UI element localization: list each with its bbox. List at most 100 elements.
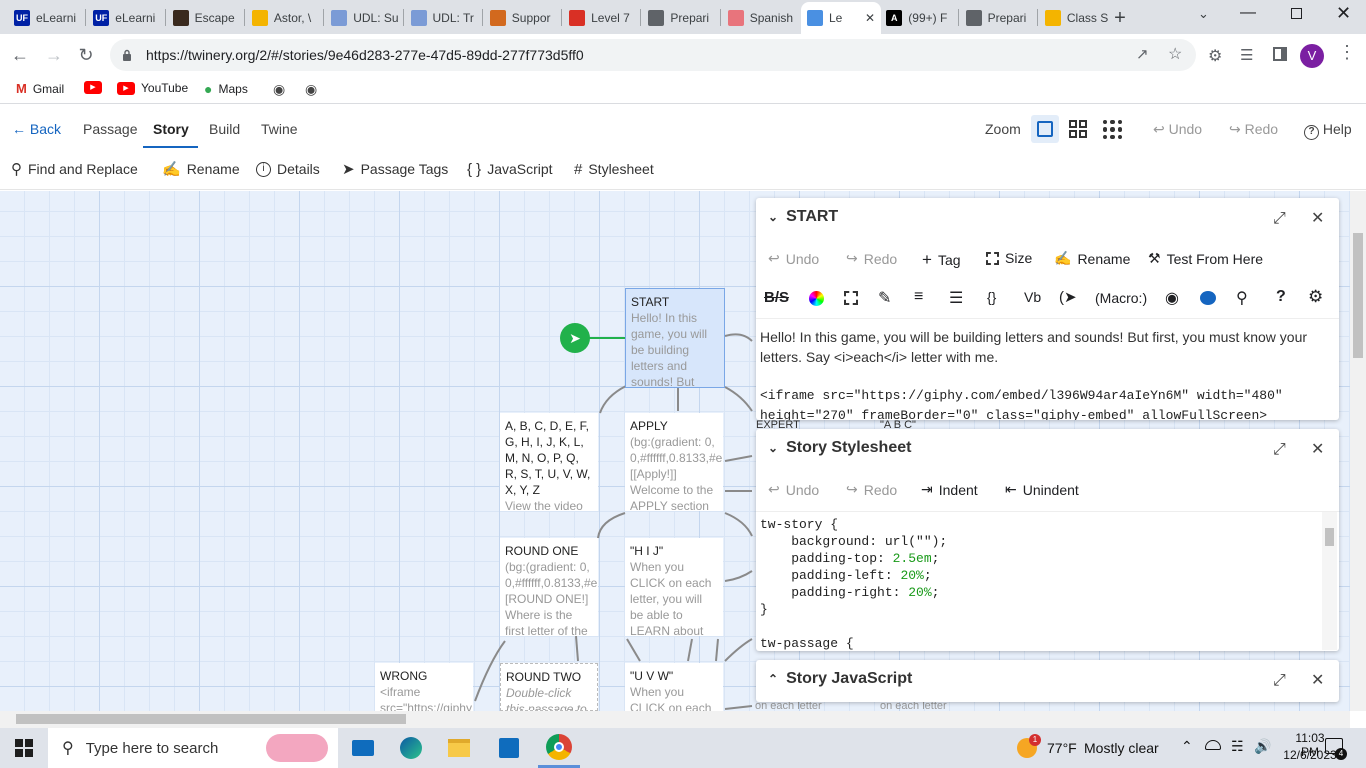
forward-arrow-icon[interactable]: → (42, 43, 66, 67)
stylesheet-button[interactable]: # Stylesheet (574, 161, 654, 177)
weather-text[interactable]: Mostly clear (1084, 740, 1159, 756)
passage-dialog-header[interactable]: ⌄ START (768, 208, 838, 226)
help-icon[interactable]: ? (1276, 288, 1286, 306)
reload-icon[interactable]: ↻ (74, 43, 98, 67)
bookmark-star-icon[interactable]: ☆ (1168, 44, 1182, 64)
browser-tab[interactable]: UF eLearni (8, 4, 84, 31)
vertical-scrollbar[interactable] (1350, 191, 1366, 711)
stylesheet-undo-button[interactable]: ↩ Undo (768, 481, 819, 498)
browser-tab[interactable]: Suppor (484, 4, 560, 31)
zoom-100-button[interactable] (1031, 115, 1059, 143)
find-replace-button[interactable]: ⚲ Find and Replace (11, 161, 138, 177)
cloud-icon[interactable] (1205, 740, 1221, 750)
passage-card-alphabet[interactable]: A, B, C, D, E, F, G, H, I, J, K, L, M, N… (500, 413, 598, 511)
temperature[interactable]: 77°F (1047, 740, 1077, 756)
passage-undo-button[interactable]: ↩ Undo (768, 250, 819, 267)
variable-icon[interactable]: Vb (1024, 289, 1041, 305)
gear-icon[interactable]: ⚙ (1308, 287, 1323, 307)
color-wheel-icon[interactable] (809, 291, 824, 306)
passage-card-uvw[interactable]: "U V W"When you CLICK on each letter (625, 663, 723, 711)
bookmark-globe-2[interactable]: ◉ (305, 81, 317, 98)
maximize-icon[interactable]: ⤢ (1273, 441, 1286, 459)
browser-tab[interactable]: A (99+) F (880, 4, 956, 31)
mail-icon[interactable] (351, 736, 375, 760)
menu-icon[interactable]: ⋮ (1338, 42, 1356, 63)
browser-tab[interactable]: Prepari (642, 4, 718, 31)
text-style-icon[interactable]: ✎ (878, 288, 891, 308)
bold-strike-icon[interactable]: B/S (764, 289, 789, 306)
volume-icon[interactable]: 🔊 (1254, 738, 1271, 755)
tab-twine[interactable]: Twine (261, 121, 298, 137)
passage-card-start[interactable]: START Hello! In this game, you will be bu… (625, 288, 725, 388)
details-button[interactable]: i Details (256, 161, 320, 177)
back-button[interactable]: ← Back (12, 121, 61, 137)
size-button[interactable]: Size (986, 250, 1032, 266)
browser-tab[interactable]: UDL: Tr (405, 4, 481, 31)
maximize-icon[interactable]: ⤢ (1273, 672, 1286, 690)
passage-tags-button[interactable]: ➤ Passage Tags (342, 161, 448, 177)
passage-card-round-one[interactable]: ROUND ONE (bg:(gradient: 0, 0,#ffffff,0.8… (500, 538, 598, 636)
passage-rename-button[interactable]: ✍ Rename (1054, 250, 1130, 267)
media-icon[interactable]: ☰ (1240, 46, 1253, 64)
macro-button[interactable]: (Macro:) (1095, 290, 1147, 306)
eye-icon[interactable]: ◉ (1165, 288, 1179, 308)
share-icon[interactable]: ↗ (1136, 45, 1149, 63)
browser-tab[interactable]: Escape (167, 4, 243, 31)
undo-button[interactable]: ↩ Undo (1153, 121, 1202, 138)
tab-passage[interactable]: Passage (83, 121, 137, 137)
zoom-30-button[interactable] (1103, 120, 1122, 139)
indent-button[interactable]: ⇥ Indent (921, 481, 978, 498)
close-window-button[interactable]: ✕ (1336, 3, 1351, 24)
rename-button[interactable]: ✍ Rename (162, 161, 240, 177)
edge-icon[interactable] (399, 736, 423, 760)
bookmark-gmail[interactable]: M Gmail (16, 81, 64, 96)
passage-text-editor[interactable]: Hello! In this game, you will be buildin… (756, 318, 1339, 420)
bookmark-maps[interactable]: ● Maps (204, 81, 248, 97)
maximize-icon[interactable]: ⤢ (1273, 210, 1286, 228)
browser-tab[interactable]: Astor, \ (246, 4, 322, 31)
chevron-up-icon[interactable]: ⌃ (1181, 738, 1193, 755)
side-panel-icon[interactable] (1273, 47, 1287, 61)
tag-button[interactable]: + Tag (922, 250, 961, 270)
help-button[interactable]: ? Help (1304, 121, 1352, 140)
close-icon[interactable]: ✕ (1311, 439, 1324, 459)
stylesheet-dialog-header[interactable]: ⌄ Story Stylesheet (768, 439, 911, 457)
extensions-icon[interactable]: ⚙ (1208, 46, 1222, 66)
zoom-60-button[interactable] (1069, 120, 1087, 138)
passage-card-round-two[interactable]: ROUND TWODouble-click this passage to ed… (500, 663, 598, 711)
editor-scrollbar[interactable] (1322, 512, 1337, 650)
tab-story[interactable]: Story (153, 121, 189, 137)
javascript-button[interactable]: { } JavaScript (467, 161, 553, 177)
speech-bubble-icon[interactable] (1200, 291, 1216, 305)
browser-tab[interactable]: Level 7 (563, 4, 639, 31)
browser-tab[interactable]: Spanish (722, 4, 798, 31)
taskbar-search-box[interactable]: ⚲ Type here to search (48, 728, 338, 768)
unindent-button[interactable]: ⇤ Unindent (1005, 481, 1079, 498)
passage-card-apply[interactable]: APPLY (bg:(gradient: 0, 0,#ffffff,0.8133,… (625, 413, 723, 511)
wifi-icon[interactable]: ☵ (1231, 738, 1244, 755)
horizontal-scrollbar[interactable] (0, 711, 1350, 728)
stylesheet-code-editor[interactable]: tw-story { background: url(""); padding-… (756, 511, 1339, 651)
windows-start-icon[interactable] (12, 736, 36, 760)
profile-avatar[interactable]: V (1300, 44, 1324, 68)
close-tab-icon[interactable]: ✕ (865, 11, 875, 25)
restore-button[interactable] (1291, 8, 1302, 19)
browser-tab[interactable]: Le ✕ (801, 2, 881, 34)
browser-tab[interactable]: Prepari (960, 4, 1036, 31)
redo-button[interactable]: ↪ Redo (1229, 121, 1278, 138)
browser-tab[interactable]: UDL: Su (325, 4, 401, 31)
minimize-button[interactable]: — (1240, 4, 1256, 22)
bookmark-youtube-1[interactable]: ▶ (84, 81, 102, 94)
test-from-here-button[interactable]: ⚒ Test From Here (1148, 250, 1263, 267)
browser-tab[interactable]: UF eLearni (87, 4, 163, 31)
bookmark-globe-1[interactable]: ◉ (273, 81, 285, 98)
align-icon[interactable]: ☰ (949, 288, 963, 308)
tab-search-icon[interactable]: ⌄ (1198, 6, 1209, 22)
border-icon[interactable] (844, 291, 858, 305)
url-bar[interactable]: https://twinery.org/2/#/stories/9e46d283… (110, 39, 1196, 71)
passage-card-wrong[interactable]: WRONG <iframe src="https://giphy (375, 663, 473, 711)
tab-build[interactable]: Build (209, 121, 240, 137)
list-icon[interactable]: ≡ (914, 288, 923, 306)
browser-tab[interactable]: Class S (1039, 4, 1115, 31)
file-explorer-icon[interactable] (447, 736, 471, 760)
